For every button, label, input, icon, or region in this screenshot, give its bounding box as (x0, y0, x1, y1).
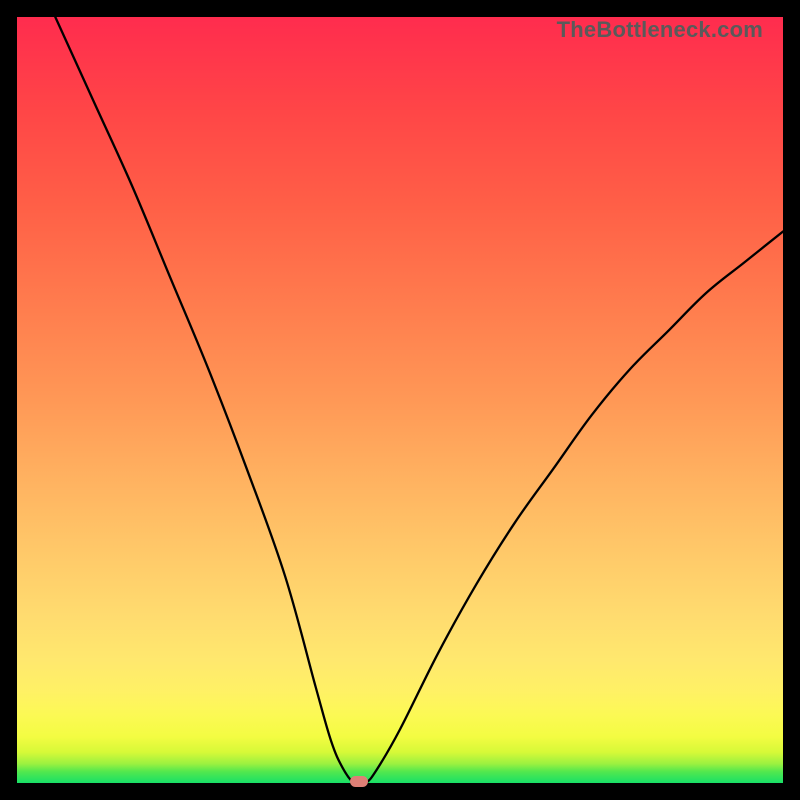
optimum-marker (350, 776, 368, 787)
chart-frame: TheBottleneck.com (0, 0, 800, 800)
bottleneck-curve (17, 17, 783, 783)
curve-path (55, 17, 783, 783)
plot-area: TheBottleneck.com (17, 17, 783, 783)
